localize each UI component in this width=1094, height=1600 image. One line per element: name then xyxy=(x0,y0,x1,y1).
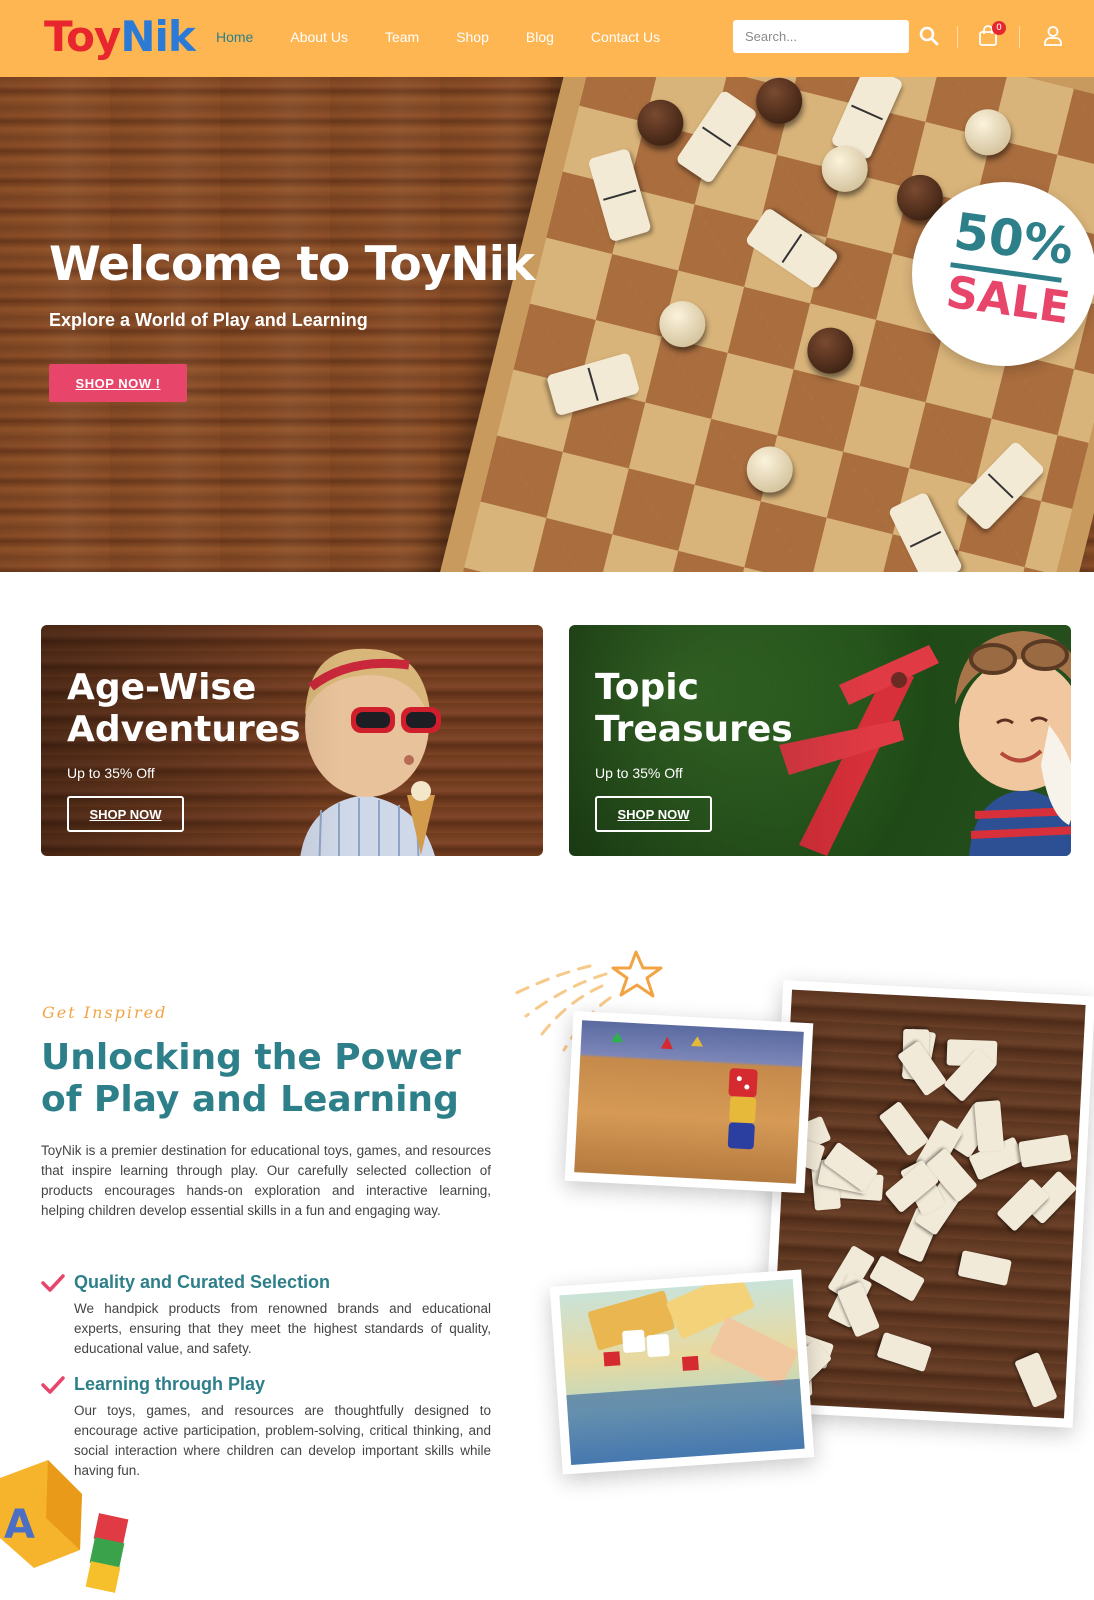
promo-title: Topic Treasures xyxy=(595,667,793,751)
promo-subtitle: Up to 35% Off xyxy=(595,765,683,781)
nav-item-home[interactable]: Home xyxy=(216,28,253,46)
svg-text:A: A xyxy=(4,1502,35,1548)
promo-shop-now-button[interactable]: SHOP NOW xyxy=(67,796,184,832)
sale-percent: 50% xyxy=(950,201,1078,277)
checkmark-icon xyxy=(41,1376,65,1394)
promo-subtitle: Up to 35% Off xyxy=(67,765,155,781)
hero-banner: Welcome to ToyNik Explore a World of Pla… xyxy=(0,77,1094,572)
nav-divider xyxy=(957,26,958,48)
promo-card-age-wise[interactable]: Age-Wise Adventures Up to 35% Off SHOP N… xyxy=(41,625,543,856)
promo-card-topic[interactable]: Topic Treasures Up to 35% Off SHOP NOW xyxy=(569,625,1071,856)
promo-title-line: Age-Wise xyxy=(67,667,257,708)
main-menu: Home About Us Team Shop Blog Contact Us xyxy=(216,28,697,46)
domino-tile xyxy=(974,1100,1005,1153)
sale-badge: 50% SALE xyxy=(912,182,1094,366)
checkmark-icon xyxy=(41,1274,65,1292)
account-button[interactable] xyxy=(1041,24,1065,48)
toy-blocks-decoration: A xyxy=(0,1460,129,1593)
section-body: ToyNik is a premier destination for educ… xyxy=(41,1143,491,1218)
domino-tile xyxy=(876,1331,933,1373)
search-button[interactable] xyxy=(917,24,941,48)
nav-item-about-us[interactable]: About Us xyxy=(290,28,348,46)
hero-shop-now-button[interactable]: SHOP NOW ! xyxy=(49,364,187,402)
promo-title-line: Topic xyxy=(595,667,699,708)
nav-item-contact-us[interactable]: Contact Us xyxy=(591,28,660,46)
search-icon xyxy=(919,26,939,46)
promo-title-line: Adventures xyxy=(67,709,301,750)
hero-title: Welcome to ToyNik xyxy=(49,237,535,292)
top-navbar: ToyNik Home About Us Team Shop Blog Cont… xyxy=(0,0,1094,77)
domino-tile xyxy=(1018,1134,1072,1168)
section-eyebrow: Get Inspired xyxy=(42,1003,168,1022)
site-logo[interactable]: ToyNik xyxy=(44,12,196,62)
user-icon xyxy=(1044,26,1062,46)
hero-subtitle: Explore a World of Play and Learning xyxy=(49,310,368,330)
section-title: Unlocking the Power of Play and Learning xyxy=(41,1037,461,1120)
feature-title: Quality and Curated Selection xyxy=(74,1272,331,1292)
nav-item-blog[interactable]: Blog xyxy=(526,28,554,46)
domino-tile xyxy=(868,1254,926,1302)
feature-body: We handpick products from renowned brand… xyxy=(74,1301,491,1356)
nav-item-team[interactable]: Team xyxy=(385,28,419,46)
nav-divider xyxy=(1019,26,1020,48)
logo-part-nik: Nik xyxy=(120,12,195,61)
search-input[interactable] xyxy=(733,20,909,53)
logo-part-toy: Toy xyxy=(44,12,121,61)
money-board-game-photo xyxy=(549,1269,815,1475)
cart-count-badge: 0 xyxy=(992,21,1006,35)
domino-tile xyxy=(957,1250,1012,1286)
dice-board-game-photo xyxy=(564,1010,814,1194)
nav-item-shop[interactable]: Shop xyxy=(456,28,489,46)
promo-title: Age-Wise Adventures xyxy=(67,667,301,751)
promo-title-line: Treasures xyxy=(595,709,793,750)
domino-tile xyxy=(878,1100,930,1157)
feature-title: Learning through Play xyxy=(74,1374,266,1394)
domino-tile xyxy=(1014,1351,1058,1408)
promo-shop-now-button[interactable]: SHOP NOW xyxy=(595,796,712,832)
